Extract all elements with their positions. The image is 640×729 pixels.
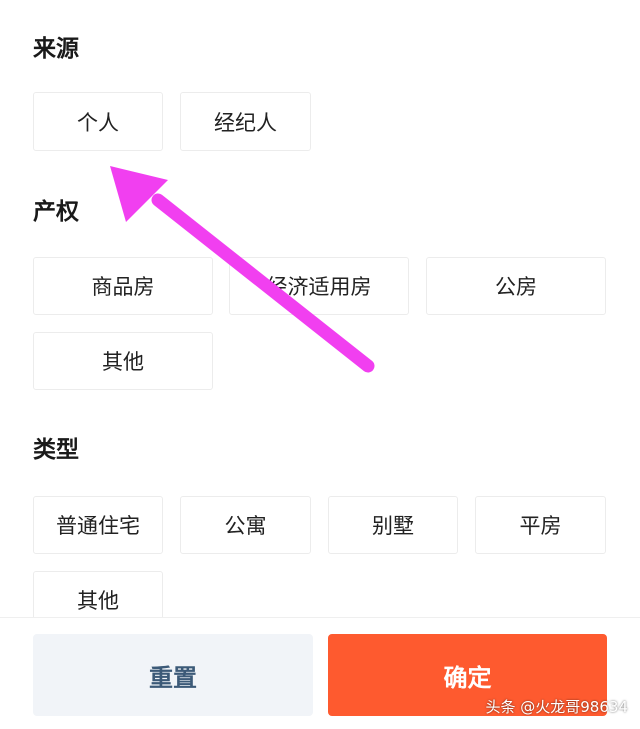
option-type-villa[interactable]: 别墅 [328, 496, 458, 554]
option-source-personal[interactable]: 个人 [33, 92, 163, 151]
section-title-source: 来源 [33, 36, 79, 62]
reset-button[interactable]: 重置 [33, 634, 313, 716]
filter-panel: 来源 个人 经纪人 产权 商品房 经济适用房 公房 其他 类型 普通住宅 公寓 … [0, 0, 640, 729]
section-title-type: 类型 [33, 437, 79, 463]
option-property-other[interactable]: 其他 [33, 332, 213, 390]
section-title-property-right: 产权 [33, 199, 79, 225]
option-type-apartment[interactable]: 公寓 [180, 496, 311, 554]
option-source-agent[interactable]: 经纪人 [180, 92, 311, 151]
option-property-affordable[interactable]: 经济适用房 [229, 257, 409, 315]
option-type-residence[interactable]: 普通住宅 [33, 496, 163, 554]
option-property-public[interactable]: 公房 [426, 257, 606, 315]
watermark-text: 头条 @火龙哥98634 [485, 698, 629, 716]
option-property-commercial[interactable]: 商品房 [33, 257, 213, 315]
option-type-bungalow[interactable]: 平房 [475, 496, 606, 554]
